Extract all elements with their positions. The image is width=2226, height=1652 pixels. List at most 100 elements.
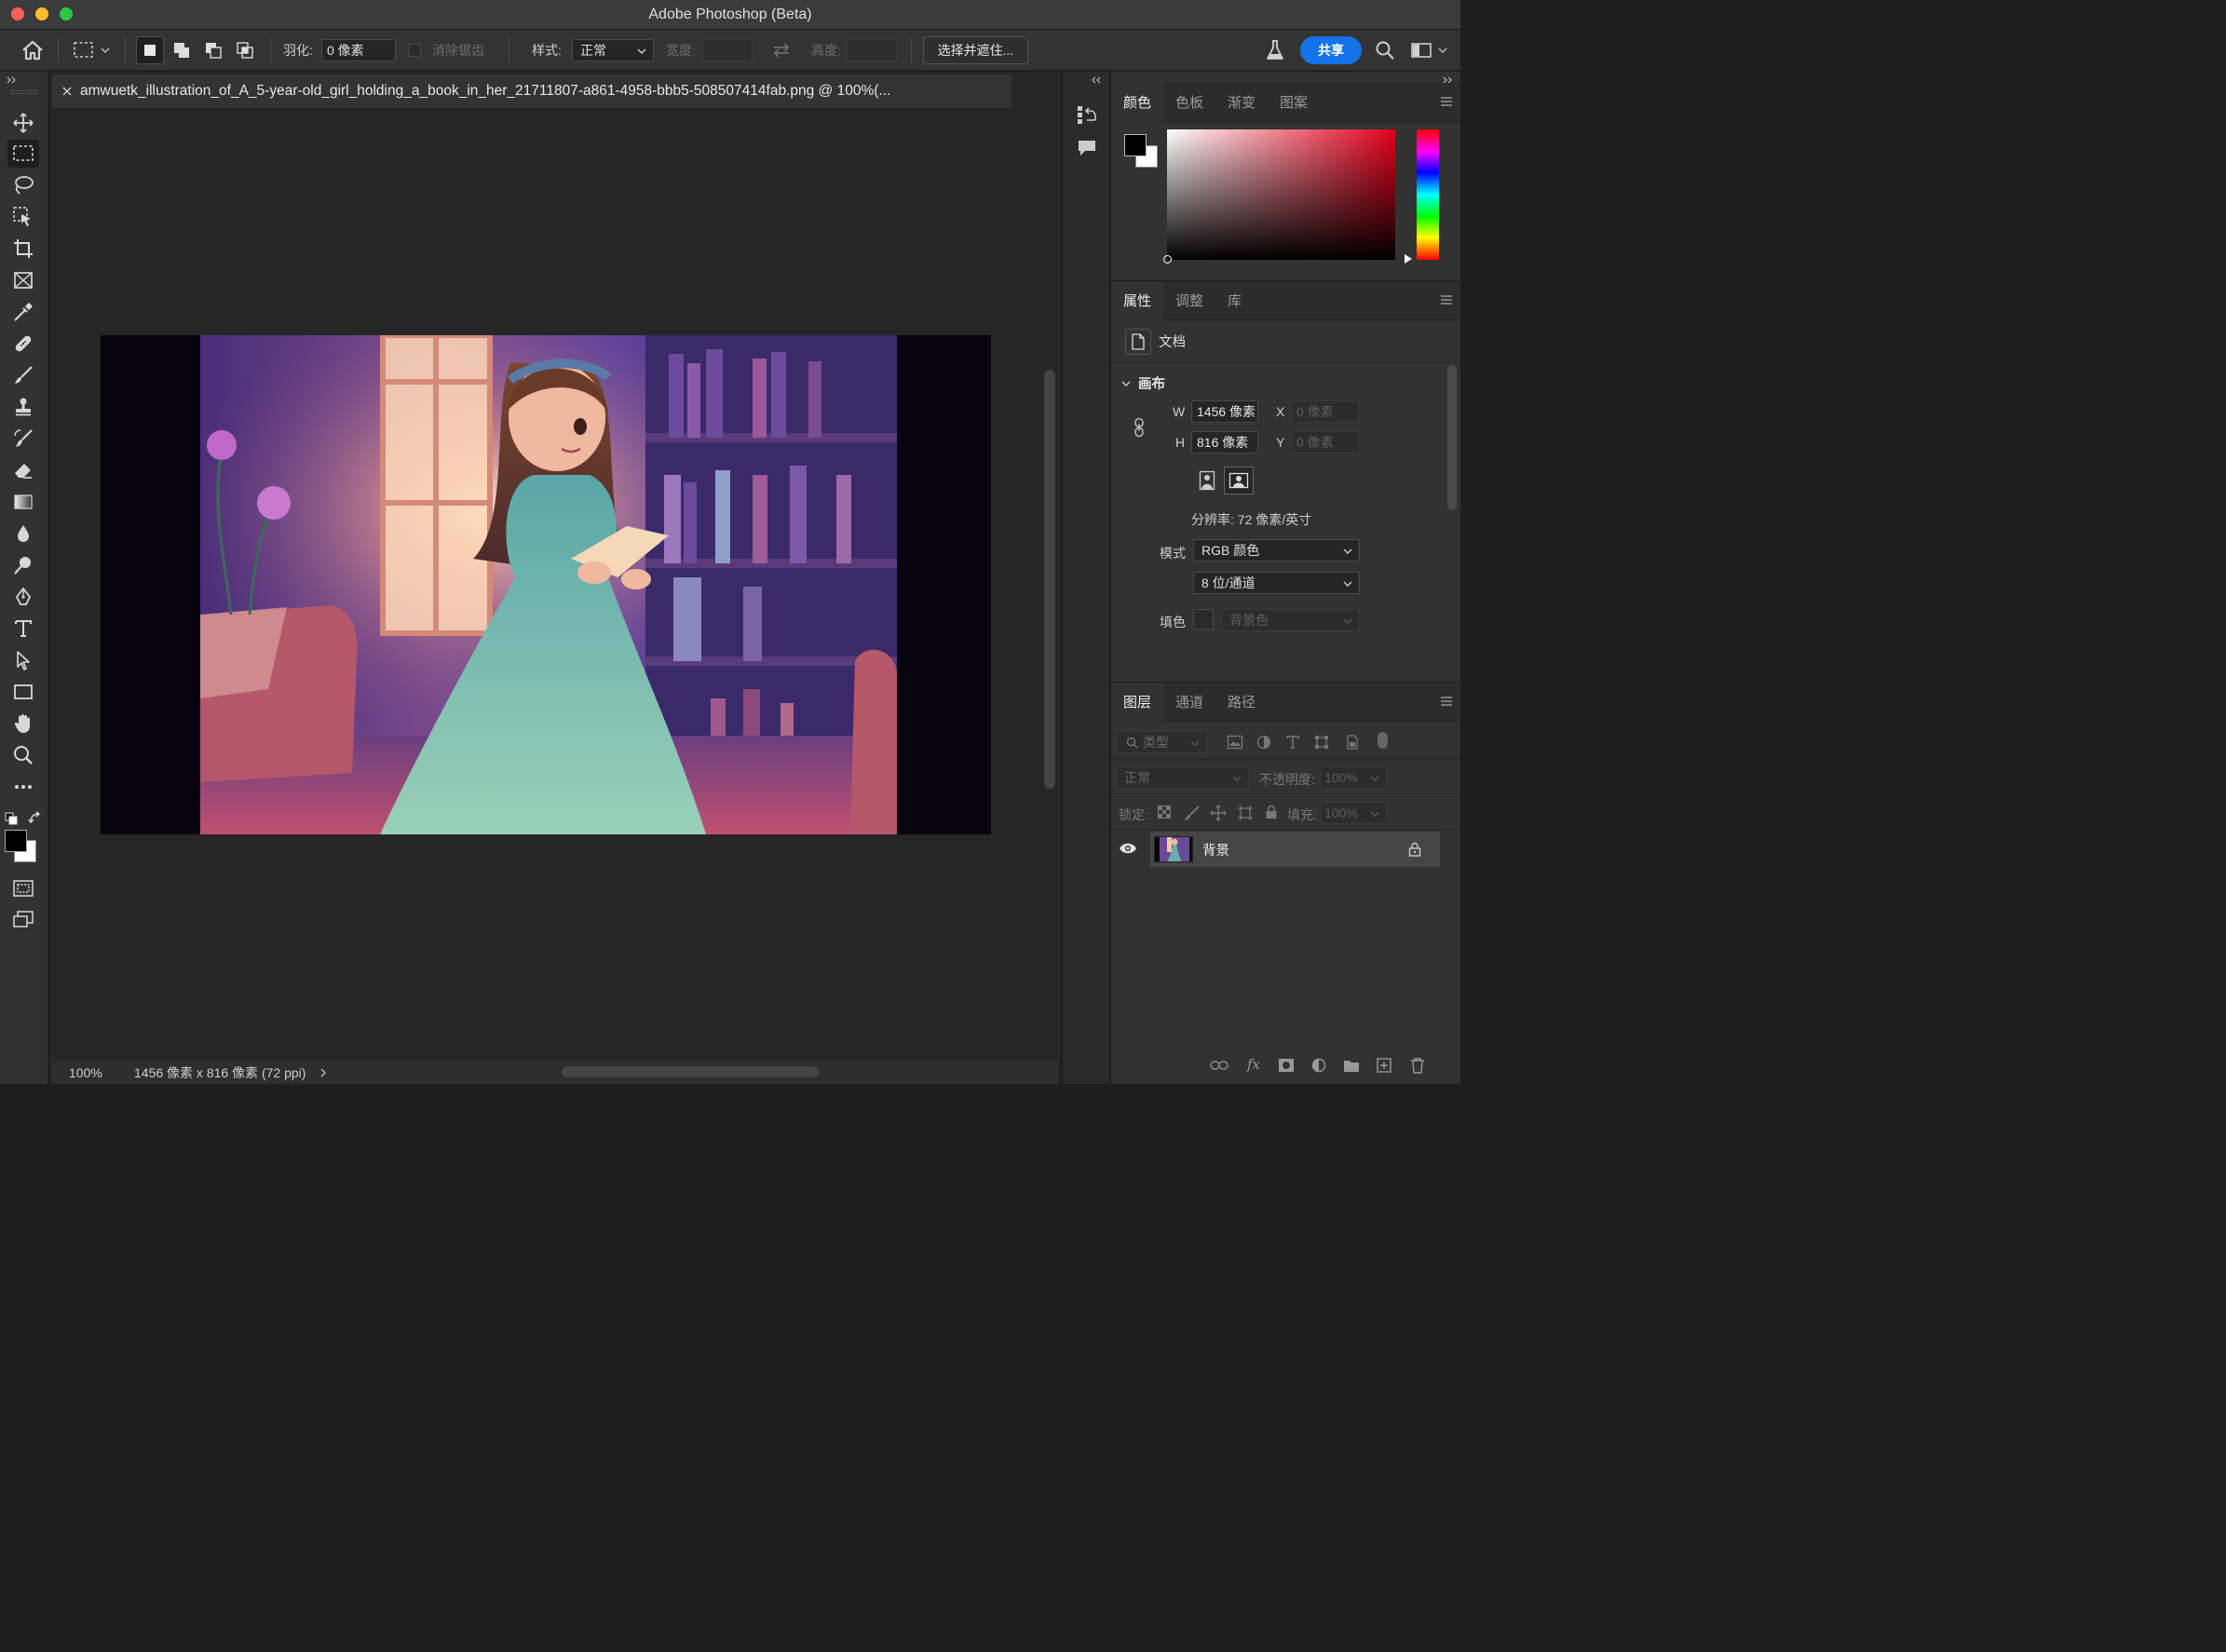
- color-field[interactable]: [1163, 129, 1395, 264]
- layer-row[interactable]: 背景: [1150, 832, 1440, 867]
- add-to-selection-button[interactable]: [168, 36, 196, 64]
- beta-labs-button[interactable]: [1265, 30, 1285, 71]
- blur-tool[interactable]: [7, 520, 39, 548]
- canvas[interactable]: [101, 335, 991, 834]
- type-filter-icon: [1286, 736, 1299, 749]
- options-bar: 羽化: 0 像素 消除锯齿 样式: 正常 宽度: 高度: 选择并遮住... 共享: [0, 30, 1460, 71]
- fill-color-swatch[interactable]: [1193, 609, 1214, 630]
- filter-toggle[interactable]: [1378, 732, 1388, 749]
- canvas-y-input[interactable]: 0 像素: [1291, 431, 1360, 454]
- new-layer-icon: [1377, 1058, 1391, 1073]
- marquee-preset-picker[interactable]: [73, 30, 112, 71]
- antialias-checkbox[interactable]: [408, 44, 421, 57]
- gradient-tool[interactable]: [7, 488, 39, 516]
- new-selection-button[interactable]: [136, 36, 164, 64]
- properties-scrollbar[interactable]: [1447, 365, 1457, 510]
- hue-slider[interactable]: [1417, 129, 1439, 260]
- comments-panel-button[interactable]: [1076, 137, 1098, 159]
- share-button[interactable]: 共享: [1300, 36, 1362, 64]
- rectangular-marquee-tool[interactable]: [7, 140, 39, 168]
- canvas-section-toggle[interactable]: 画布: [1120, 373, 1165, 393]
- home-button[interactable]: [20, 30, 45, 71]
- blend-mode-select[interactable]: 正常: [1116, 766, 1249, 789]
- lock-icon: [1408, 842, 1421, 857]
- color-picker-handle[interactable]: [1163, 255, 1172, 264]
- zoom-tool[interactable]: [7, 741, 39, 769]
- swap-dimensions-button[interactable]: [771, 30, 792, 71]
- intersect-selection-button[interactable]: [231, 36, 259, 64]
- screen-mode-icon: [13, 911, 34, 928]
- quick-mask-button[interactable]: [7, 874, 39, 902]
- fill-opacity-input[interactable]: 100%: [1320, 802, 1387, 824]
- dodge-tool[interactable]: [7, 551, 39, 579]
- layers-panel: 图层 通道 路径 类型 正常 不透明度: 100% 锁定: 填充: 100% 背…: [1111, 682, 1460, 1084]
- workspace-switcher[interactable]: [1410, 30, 1449, 71]
- height-input[interactable]: [847, 39, 897, 61]
- tab-adjustments[interactable]: 调整: [1163, 281, 1215, 320]
- layer-filter-select[interactable]: 类型: [1116, 731, 1207, 753]
- screen-mode-button[interactable]: [7, 906, 39, 934]
- collapsed-panel-dock: [1062, 72, 1110, 1084]
- move-tool[interactable]: [7, 109, 39, 137]
- history-panel-button[interactable]: [1076, 103, 1098, 126]
- search-button[interactable]: [1375, 30, 1395, 71]
- tab-swatches[interactable]: 色板: [1163, 83, 1215, 122]
- pen-tool[interactable]: [7, 583, 39, 611]
- landscape-orientation-button[interactable]: [1224, 467, 1254, 494]
- canvas-x-input[interactable]: 0 像素: [1291, 400, 1360, 423]
- fill-select[interactable]: 背景色: [1221, 609, 1360, 631]
- history-brush-tool[interactable]: [7, 425, 39, 453]
- horizontal-scrollbar[interactable]: [562, 1066, 819, 1077]
- tab-gradients[interactable]: 渐变: [1215, 83, 1268, 122]
- hand-icon: [14, 714, 30, 733]
- color-mode-select[interactable]: RGB 颜色: [1193, 539, 1360, 562]
- object-selection-tool[interactable]: [7, 203, 39, 231]
- canvas-height-input[interactable]: 816 像素: [1191, 431, 1258, 454]
- select-and-mask-button[interactable]: 选择并遮住...: [923, 36, 1028, 64]
- lasso-tool[interactable]: [7, 171, 39, 199]
- eyedropper-tool[interactable]: [7, 298, 39, 326]
- path-selection-tool[interactable]: [7, 646, 39, 674]
- brush-tool[interactable]: [7, 361, 39, 389]
- width-input[interactable]: [702, 39, 753, 61]
- document-tab[interactable]: amwuetk_illustration_of_A_5-year-old_gir…: [52, 74, 1011, 108]
- style-select[interactable]: 正常: [572, 39, 654, 61]
- document-label: 文档: [1159, 335, 1186, 350]
- swap-colors-button[interactable]: [28, 811, 43, 826]
- add-selection-icon: [174, 43, 189, 58]
- panel-foreground-swatch[interactable]: [1124, 134, 1147, 156]
- layer-visibility-toggle[interactable]: [1119, 842, 1137, 855]
- tab-patterns[interactable]: 图案: [1268, 83, 1320, 122]
- arrow-cursor-icon: [17, 651, 30, 670]
- tab-channels[interactable]: 通道: [1163, 683, 1215, 722]
- frame-tool[interactable]: [7, 266, 39, 294]
- foreground-color-swatch[interactable]: [5, 830, 27, 852]
- tab-libraries[interactable]: 库: [1215, 281, 1254, 320]
- document-info[interactable]: 1456 像素 x 816 像素 (72 ppi): [134, 1063, 305, 1082]
- healing-brush-tool[interactable]: [7, 330, 39, 358]
- bit-depth-value: 8 位/通道: [1201, 575, 1256, 590]
- tab-properties[interactable]: 属性: [1111, 280, 1164, 320]
- tab-paths[interactable]: 路径: [1215, 683, 1268, 722]
- tab-color[interactable]: 颜色: [1111, 82, 1164, 122]
- rectangle-tool[interactable]: [7, 678, 39, 706]
- bit-depth-select[interactable]: 8 位/通道: [1193, 572, 1360, 594]
- vertical-scrollbar[interactable]: [1044, 370, 1055, 789]
- clone-stamp-tool[interactable]: [7, 393, 39, 421]
- default-colors-button[interactable]: [5, 812, 18, 825]
- portrait-orientation-button[interactable]: [1193, 467, 1221, 494]
- edit-toolbar-button[interactable]: [7, 773, 39, 801]
- hand-tool[interactable]: [7, 710, 39, 738]
- tab-layers[interactable]: 图层: [1111, 682, 1164, 722]
- fx-icon[interactable]: fx: [1247, 1056, 1260, 1073]
- panel-menu-icon: [1441, 97, 1452, 106]
- type-tool[interactable]: [7, 615, 39, 643]
- eraser-tool[interactable]: [7, 456, 39, 484]
- feather-label: 羽化:: [283, 43, 313, 58]
- opacity-input[interactable]: 100%: [1320, 766, 1387, 789]
- subtract-from-selection-button[interactable]: [199, 36, 227, 64]
- canvas-width-input[interactable]: 1456 像素: [1191, 400, 1258, 423]
- feather-input[interactable]: 0 像素: [321, 39, 396, 61]
- zoom-level[interactable]: 100%: [69, 1065, 127, 1080]
- crop-tool[interactable]: [7, 235, 39, 263]
